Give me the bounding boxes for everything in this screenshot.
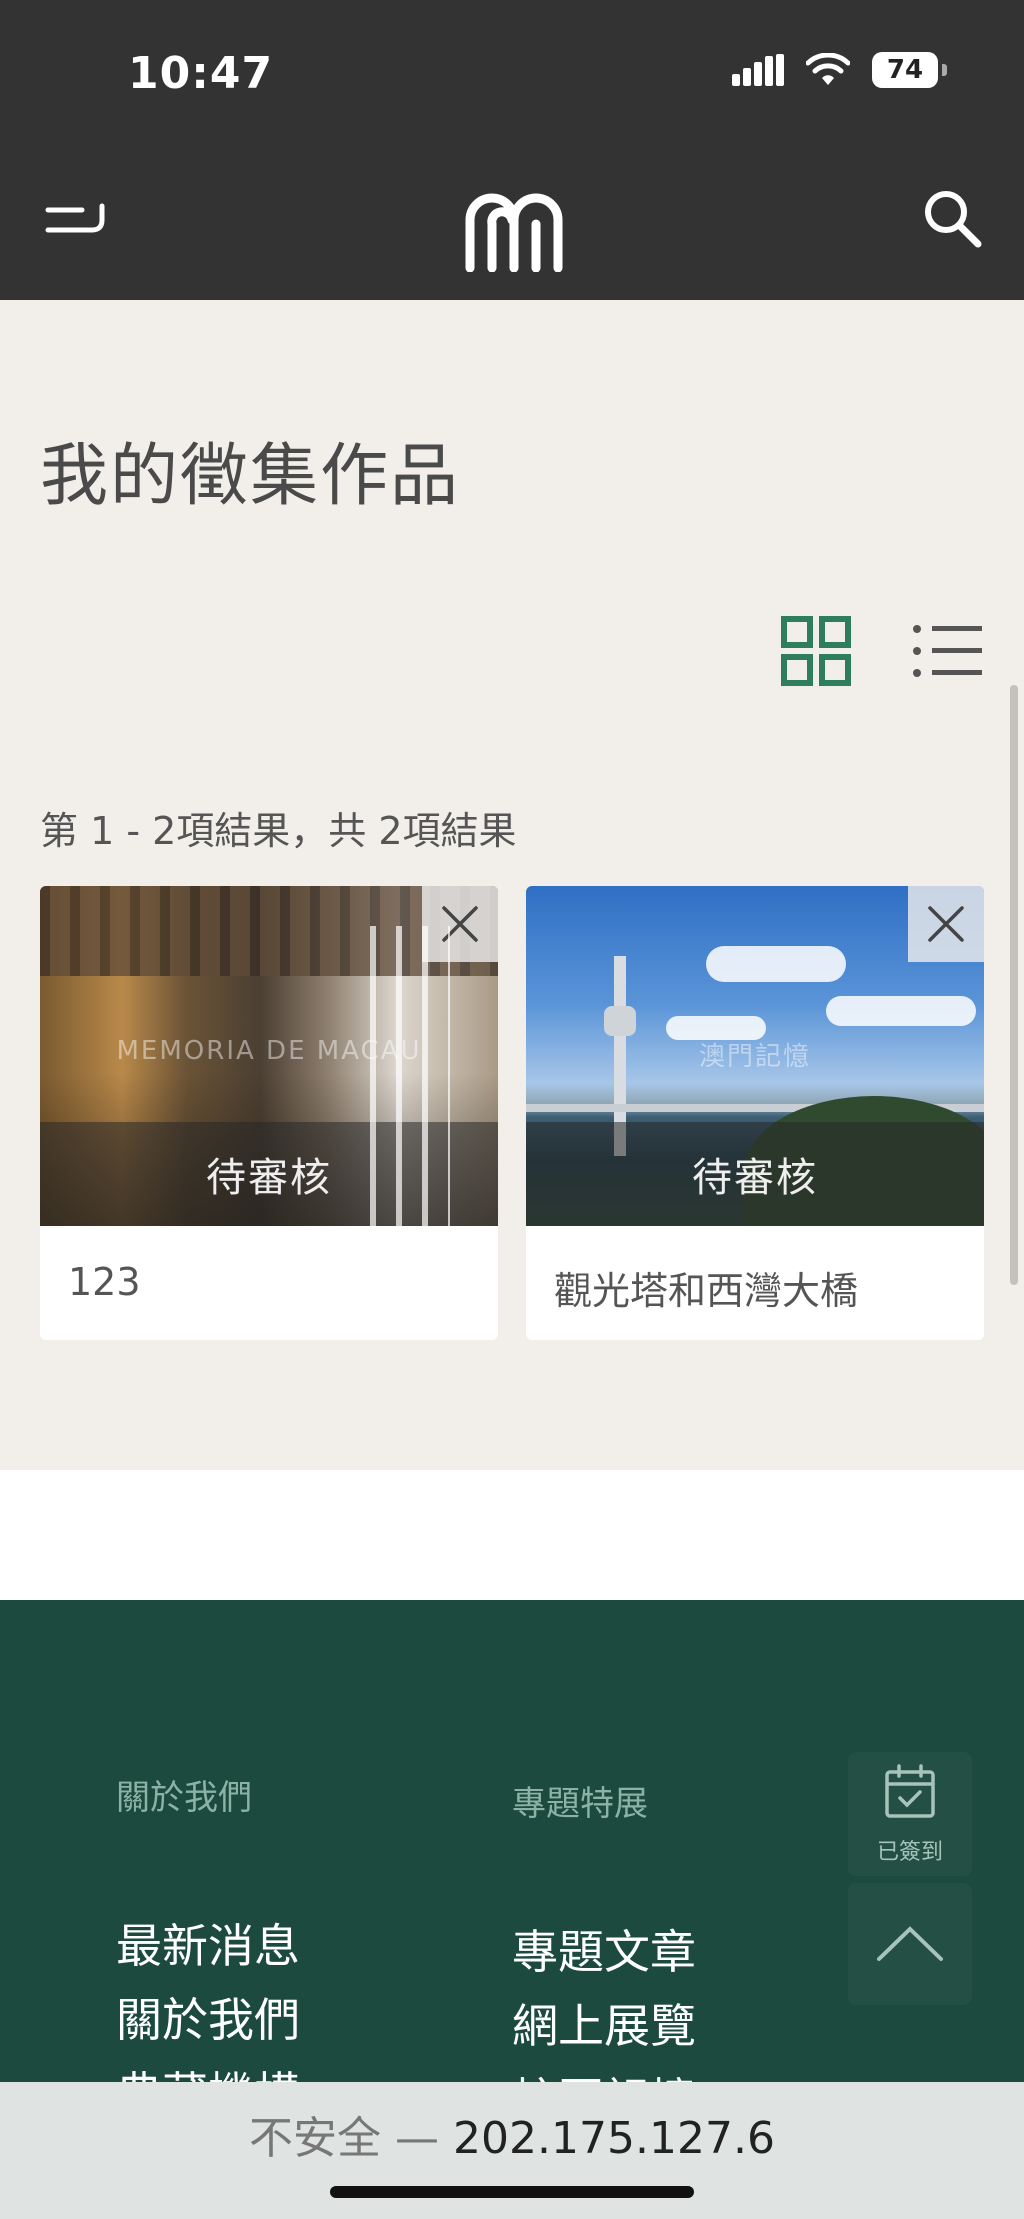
status-time: 10:47: [128, 48, 274, 99]
home-indicator[interactable]: [330, 2186, 694, 2198]
tower-pod: [604, 1006, 636, 1036]
scrollbar[interactable]: [1010, 685, 1018, 1285]
footer-heading: 專題特展: [512, 1784, 648, 1824]
close-icon: [928, 906, 964, 942]
status-badge: 待審核: [40, 1122, 498, 1226]
footer-heading: 關於我們: [116, 1778, 252, 1818]
submission-card[interactable]: MEMORIA DE MACAU 待審核 123: [40, 886, 498, 1340]
submission-card[interactable]: 澳門記憶 待審核 觀光塔和西灣大橋: [526, 886, 984, 1340]
footer: 關於我們 最新消息 關於我們 典藏機構 專題特展 專題文章 網上展覽 校園記憶 …: [0, 1600, 1024, 2160]
insecure-label: 不安全: [249, 2113, 382, 2164]
search-icon[interactable]: [920, 186, 984, 250]
watermark-text: MEMORIA DE MACAU: [116, 1036, 422, 1066]
status-bar: 10:47 74: [0, 0, 1024, 150]
footer-link[interactable]: 關於我們: [116, 1983, 300, 2057]
checkin-button[interactable]: 已簽到: [848, 1752, 972, 1876]
main-content: 我的徵集作品 第 1 - 2項結果，共 2項結果 MEMORIA DE MACA…: [0, 300, 1024, 1470]
card-grid: MEMORIA DE MACAU 待審核 123 澳門記憶 待審核 觀光塔和西灣…: [40, 886, 984, 1340]
chevron-up-icon: [877, 1926, 943, 1961]
watermark-text: 澳門記憶: [698, 1042, 811, 1072]
cloud-shape: [706, 946, 846, 982]
card-image[interactable]: MEMORIA DE MACAU 待審核: [40, 886, 498, 1226]
menu-icon[interactable]: [42, 190, 108, 250]
signal-icon: [732, 54, 784, 86]
logo-icon[interactable]: [462, 180, 566, 272]
card-title[interactable]: 123: [68, 1260, 141, 1304]
list-view-icon[interactable]: [912, 623, 984, 679]
status-icons: 74: [732, 52, 947, 88]
back-to-top-button[interactable]: [848, 1883, 972, 2005]
cloud-shape: [826, 996, 976, 1026]
footer-link[interactable]: 網上展覽: [512, 1989, 696, 2063]
url-text[interactable]: 不安全 — 202.175.127.6: [0, 2102, 1024, 2166]
result-count: 第 1 - 2項結果，共 2項結果: [40, 809, 517, 853]
checkin-label: 已簽到: [876, 1840, 943, 1865]
close-icon: [442, 906, 478, 942]
page-title: 我的徵集作品: [40, 437, 461, 516]
status-badge: 待審核: [526, 1122, 984, 1226]
app-header: [0, 150, 1024, 300]
footer-column-about: 關於我們 最新消息 關於我們 典藏機構: [116, 1770, 300, 2131]
battery-icon: 74: [872, 52, 947, 88]
footer-link[interactable]: 專題文章: [512, 1915, 696, 1989]
url-bar[interactable]: 不安全 — 202.175.127.6: [0, 2082, 1024, 2219]
grid-view-icon[interactable]: [780, 615, 852, 687]
remove-button[interactable]: [908, 886, 984, 962]
wifi-icon: [806, 53, 850, 85]
battery-level: 74: [886, 55, 924, 85]
card-image[interactable]: 澳門記憶 待審核: [526, 886, 984, 1226]
url-address[interactable]: 202.175.127.6: [453, 2113, 775, 2164]
view-toggle: [780, 615, 984, 687]
url-separator: —: [395, 2113, 440, 2164]
remove-button[interactable]: [422, 886, 498, 962]
footer-link[interactable]: 最新消息: [116, 1909, 300, 1983]
calendar-check-icon: [885, 1764, 935, 1818]
card-title[interactable]: 觀光塔和西灣大橋: [554, 1260, 858, 1315]
